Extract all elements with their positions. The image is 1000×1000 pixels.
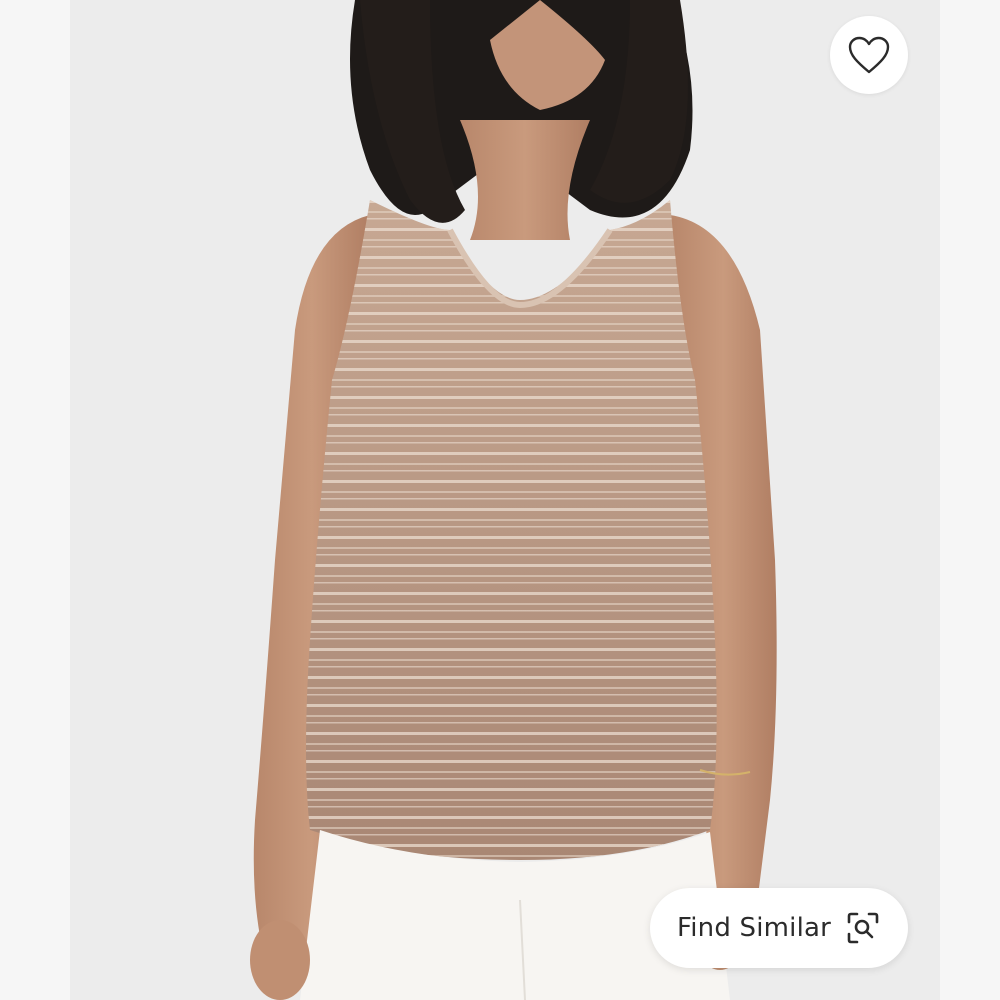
product-image-viewer: Find Similar — [0, 0, 1000, 1000]
find-similar-label: Find Similar — [676, 913, 832, 943]
heart-outline-icon — [848, 36, 890, 74]
gallery-right-edge — [940, 0, 1000, 1000]
gallery-left-edge — [0, 0, 70, 1000]
model-wearing-tank-top-illustration — [70, 0, 940, 1000]
visual-search-scan-icon — [847, 912, 879, 944]
like-button[interactable] — [830, 16, 908, 94]
product-photo[interactable] — [70, 0, 940, 1000]
find-similar-button[interactable]: Find Similar — [650, 888, 908, 968]
